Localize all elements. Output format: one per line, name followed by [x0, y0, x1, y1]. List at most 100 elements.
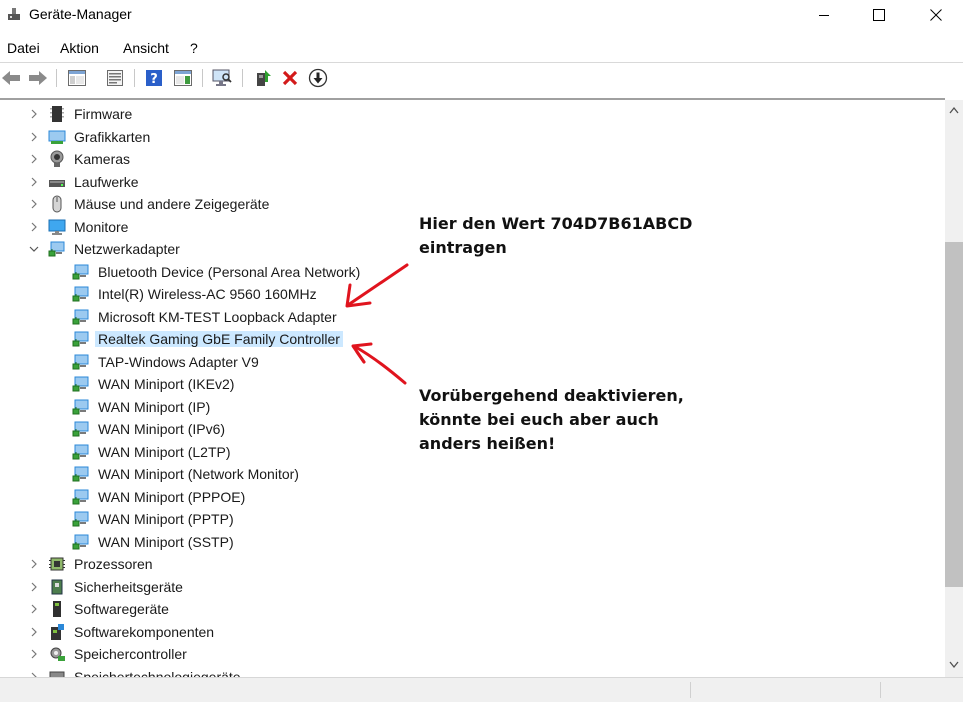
- forward-button[interactable]: [27, 67, 49, 89]
- tree-item-label: Netzwerkadapter: [74, 241, 180, 257]
- chevron-right-icon[interactable]: [28, 557, 40, 571]
- monitor-icon: [48, 218, 66, 236]
- help-icon: ?: [146, 70, 162, 87]
- network-adapter-icon: [72, 398, 90, 416]
- chevron-right-icon[interactable]: [28, 580, 40, 594]
- update-driver-button[interactable]: [252, 67, 274, 89]
- properties-icon: [107, 70, 123, 86]
- properties-button[interactable]: [104, 67, 126, 89]
- annotation-line: eintragen: [419, 238, 507, 257]
- tree-device[interactable]: TAP-Windows Adapter V9: [0, 351, 945, 373]
- status-divider: [880, 682, 881, 698]
- title-bar: Geräte-Manager: [0, 0, 963, 30]
- annotation-disable-hint: Vorübergehend deaktivieren, könnte bei e…: [419, 384, 684, 456]
- display-adapter-icon: [48, 128, 66, 146]
- tree-item-label: WAN Miniport (SSTP): [98, 533, 234, 550]
- chevron-right-icon[interactable]: [28, 197, 40, 211]
- tree-item-label: TAP-Windows Adapter V9: [98, 353, 259, 370]
- network-adapter-icon: [72, 465, 90, 483]
- uninstall-device-button[interactable]: [279, 67, 301, 89]
- chevron-right-icon[interactable]: [28, 220, 40, 234]
- tree-device[interactable]: Realtek Gaming GbE Family Controller: [0, 328, 945, 350]
- chevron-right-icon[interactable]: [28, 175, 40, 189]
- back-button[interactable]: [0, 67, 22, 89]
- tree-item-label: WAN Miniport (IP): [98, 398, 211, 415]
- tree-category[interactable]: Softwaregeräte: [0, 598, 945, 620]
- disable-device-button[interactable]: [307, 67, 329, 89]
- toolbar-separator: [242, 69, 243, 87]
- tree-category[interactable]: Kameras: [0, 148, 945, 170]
- network-adapter-icon: [72, 285, 90, 303]
- tree-item-label: Softwaregeräte: [74, 601, 169, 617]
- chevron-right-icon[interactable]: [28, 130, 40, 144]
- scroll-up-icon[interactable]: [949, 106, 959, 114]
- menu-datei[interactable]: Datei: [7, 40, 40, 56]
- network-adapter-icon: [72, 443, 90, 461]
- svg-text:?: ?: [150, 72, 158, 87]
- maximize-icon: [873, 9, 885, 21]
- chevron-right-icon[interactable]: [28, 602, 40, 616]
- tree-item-label: Monitore: [74, 218, 129, 235]
- chevron-down-icon[interactable]: [28, 242, 40, 256]
- chevron-right-icon[interactable]: [28, 647, 40, 661]
- tree-item-label: Grafikkarten: [74, 128, 151, 145]
- tree-category[interactable]: Firmware: [0, 103, 945, 125]
- mouse-icon: [48, 195, 66, 213]
- minimize-icon: [819, 15, 829, 16]
- close-button[interactable]: [909, 0, 963, 30]
- network-adapter-icon: [72, 488, 90, 506]
- network-adapter-icon: [72, 330, 90, 348]
- vertical-scrollbar[interactable]: [945, 100, 963, 677]
- tree-item-label: WAN Miniport (IKEv2): [98, 376, 235, 392]
- annotation-line: Hier den Wert 704D7B61ABCD: [419, 214, 693, 233]
- tree-category[interactable]: Grafikkarten: [0, 126, 945, 148]
- chevron-right-icon[interactable]: [28, 152, 40, 166]
- chevron-right-icon[interactable]: [28, 107, 40, 121]
- tree-item-label: Firmware: [74, 106, 133, 122]
- tree-device[interactable]: Microsoft KM-TEST Loopback Adapter: [0, 306, 945, 328]
- help-button[interactable]: ?: [143, 67, 165, 89]
- network-adapter-icon: [72, 420, 90, 438]
- tree-category[interactable]: Speichercontroller: [0, 643, 945, 665]
- action-pane-button[interactable]: [172, 67, 194, 89]
- network-adapter-icon: [72, 308, 90, 326]
- tree-device[interactable]: WAN Miniport (PPPOE): [0, 486, 945, 508]
- camera-icon: [48, 150, 66, 168]
- tree-category[interactable]: Sicherheitsgeräte: [0, 576, 945, 598]
- scan-hardware-button[interactable]: [211, 67, 233, 89]
- tree-device[interactable]: WAN Miniport (SSTP): [0, 531, 945, 553]
- maximize-button[interactable]: [852, 0, 906, 30]
- tree-device[interactable]: Intel(R) Wireless-AC 9560 160MHz: [0, 283, 945, 305]
- tree-item-label: Microsoft KM-TEST Loopback Adapter: [98, 308, 337, 325]
- scroll-down-icon[interactable]: [949, 661, 959, 669]
- menu-aktion[interactable]: Aktion: [60, 40, 99, 56]
- device-manager-app-icon: [8, 8, 20, 20]
- tree-category[interactable]: Softwarekomponenten: [0, 621, 945, 643]
- software-device-icon: [48, 600, 66, 618]
- tree-device[interactable]: WAN Miniport (Network Monitor): [0, 463, 945, 485]
- network-adapter-icon: [72, 533, 90, 551]
- chevron-right-icon[interactable]: [28, 625, 40, 639]
- tree-item-label: Intel(R) Wireless-AC 9560 160MHz: [98, 286, 317, 302]
- tree-item-label: WAN Miniport (Network Monitor): [98, 466, 299, 482]
- toolbar: ?: [0, 62, 963, 93]
- annotation-line: könnte bei euch aber auch: [419, 410, 659, 429]
- tree-item-label: WAN Miniport (PPPOE): [98, 488, 246, 505]
- menu-bar: Datei Aktion Ansicht ?: [0, 38, 963, 60]
- tree-category[interactable]: Laufwerke: [0, 171, 945, 193]
- tree-device[interactable]: Bluetooth Device (Personal Area Network): [0, 261, 945, 283]
- tree-category[interactable]: Prozessoren: [0, 553, 945, 575]
- menu-ansicht[interactable]: Ansicht: [123, 40, 169, 56]
- network-adapter-icon: [72, 353, 90, 371]
- security-device-icon: [48, 578, 66, 596]
- tree-item-label: Mäuse und andere Zeigegeräte: [74, 196, 270, 212]
- scroll-thumb[interactable]: [945, 242, 963, 587]
- tree-item-label: Laufwerke: [74, 173, 139, 190]
- tree-item-label: WAN Miniport (PPTP): [98, 511, 234, 527]
- firmware-icon: [48, 105, 66, 123]
- scan-hardware-icon: [212, 69, 232, 86]
- console-tree-button[interactable]: [66, 67, 88, 89]
- minimize-button[interactable]: [797, 0, 851, 30]
- tree-device[interactable]: WAN Miniport (PPTP): [0, 508, 945, 530]
- menu-help[interactable]: ?: [190, 40, 198, 56]
